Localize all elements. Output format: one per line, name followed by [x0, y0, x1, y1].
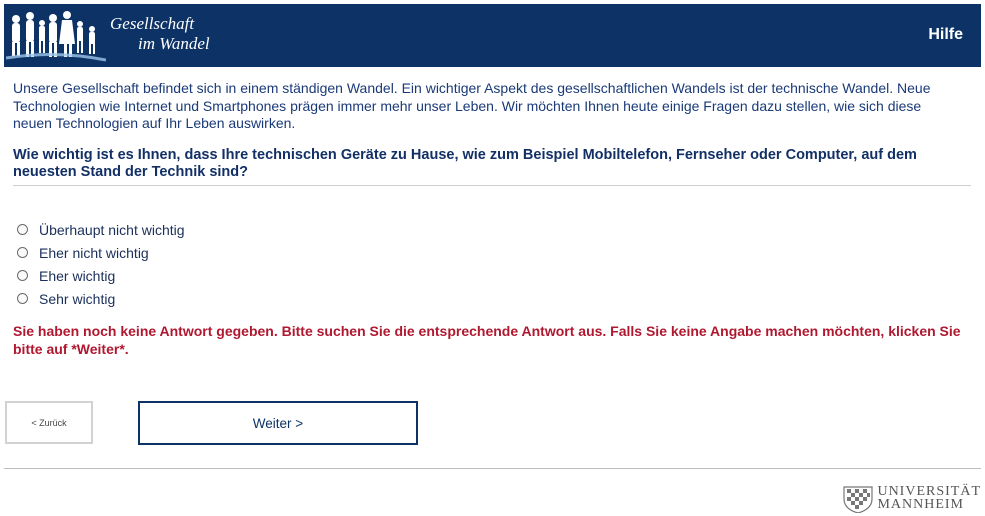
- option-ueberhaupt-nicht-wichtig[interactable]: Überhaupt nicht wichtig: [17, 218, 185, 241]
- intro-text: Unsere Gesellschaft befindet sich in ein…: [13, 80, 931, 131]
- question-text: Wie wichtig ist es Ihnen, dass Ihre tech…: [13, 147, 917, 180]
- back-button[interactable]: < Zurück: [5, 401, 93, 444]
- divider: [13, 185, 971, 186]
- brand-line-1: Gesellschaft: [110, 14, 195, 33]
- option-label: Eher wichtig: [39, 267, 116, 284]
- brand-line-2: im Wandel: [138, 34, 210, 53]
- university-logo: UNIVERSITÄT MANNHEIM: [842, 483, 981, 513]
- help-link[interactable]: Hilfe: [928, 26, 963, 44]
- header-bar: Gesellschaft im Wandel Hilfe: [4, 4, 981, 67]
- option-label: Eher nicht wichtig: [39, 244, 149, 261]
- university-name-line-2: MANNHEIM: [877, 497, 965, 512]
- people-silhouettes-icon: [6, 11, 106, 62]
- footer-divider: [4, 468, 981, 469]
- next-button[interactable]: Weiter >: [138, 401, 418, 445]
- option-eher-wichtig[interactable]: Eher wichtig: [17, 264, 185, 287]
- option-eher-nicht-wichtig[interactable]: Eher nicht wichtig: [17, 241, 185, 264]
- brand-title: Gesellschaft im Wandel: [110, 14, 210, 54]
- answer-options: Überhaupt nicht wichtig Eher nicht wicht…: [17, 218, 185, 310]
- radio-button[interactable]: [17, 224, 28, 235]
- radio-button[interactable]: [17, 247, 28, 258]
- university-name: UNIVERSITÄT MANNHEIM: [877, 485, 981, 512]
- university-crest-icon: [843, 486, 874, 513]
- radio-button[interactable]: [17, 293, 28, 304]
- error-message: Sie haben noch keine Antwort gegeben. Bi…: [13, 323, 961, 357]
- option-label: Überhaupt nicht wichtig: [39, 221, 185, 238]
- option-label: Sehr wichtig: [39, 290, 116, 307]
- radio-button[interactable]: [17, 270, 28, 281]
- option-sehr-wichtig[interactable]: Sehr wichtig: [17, 287, 185, 310]
